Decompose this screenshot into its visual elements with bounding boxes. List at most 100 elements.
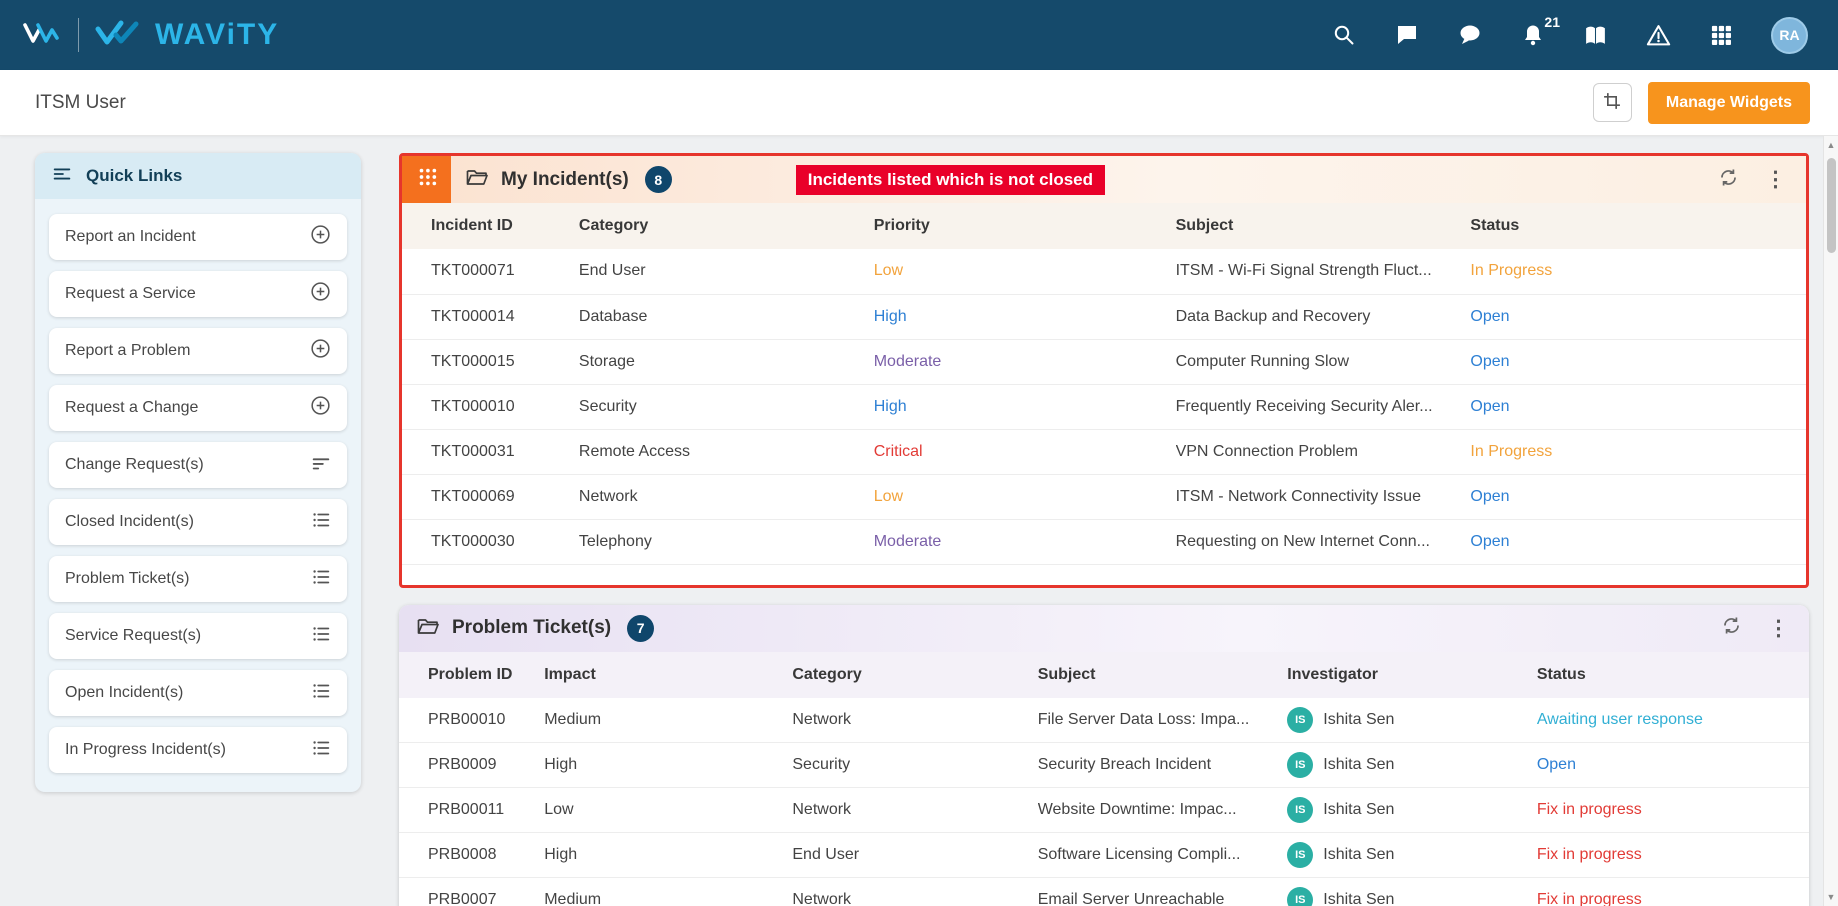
problem-category: Network (792, 710, 852, 728)
layout-crop-button[interactable] (1592, 83, 1632, 122)
alert-triangle-icon[interactable] (1645, 22, 1672, 49)
kebab-menu-icon[interactable]: ⋮ (1768, 618, 1789, 639)
refresh-icon[interactable] (1718, 167, 1739, 193)
incident-priority: Critical (873, 442, 923, 460)
user-avatar[interactable]: RA (1771, 16, 1808, 54)
crop-icon (1602, 91, 1622, 114)
incident-category: Database (578, 307, 648, 325)
notification-count-badge: 21 (1544, 13, 1560, 30)
problem-id: PRB00010 (428, 710, 506, 728)
incident-row[interactable]: TKT000071 End User Low ITSM - Wi-Fi Sign… (402, 249, 1806, 294)
notifications-bell-icon[interactable]: 21 (1519, 14, 1560, 49)
problem-category: Security (792, 756, 851, 773)
apps-grid-icon[interactable] (1708, 22, 1735, 49)
wavity-check-icon (95, 19, 139, 52)
incident-category: End User (578, 262, 646, 280)
problem-status: Open (1536, 756, 1576, 773)
vertical-scrollbar: ▲ ▼ (1823, 136, 1838, 906)
sidebar-item-report-a-problem[interactable]: Report a Problem (49, 328, 347, 374)
problem-subject: File Server Data Loss: Impa... (1037, 710, 1250, 728)
problem-category: Network (792, 801, 852, 818)
sidebar-item-request-a-service[interactable]: Request a Service (49, 271, 347, 317)
refresh-icon[interactable] (1721, 615, 1742, 641)
kebab-menu-icon[interactable]: ⋮ (1765, 169, 1786, 190)
quick-links-list: Report an Incident Request a Service Rep… (35, 199, 361, 792)
scrollbar-thumb[interactable] (1827, 158, 1836, 253)
brand-logo[interactable]: WAViTY (22, 18, 279, 52)
sidebar-item-open-incidents[interactable]: Open Incident(s) (49, 670, 347, 716)
investigator-name: Ishita Sen (1323, 846, 1395, 863)
column-header: Incident ID (431, 217, 513, 234)
problem-impact: High (544, 846, 578, 863)
list-icon (310, 623, 332, 650)
column-header: Subject (1037, 665, 1096, 683)
problem-row[interactable]: PRB0007 Medium Network Email Server Unre… (399, 877, 1809, 906)
problem-row[interactable]: PRB0009 High Security Security Breach In… (399, 742, 1809, 788)
incident-status: Open (1470, 487, 1510, 505)
investigator-name: Ishita Sen (1323, 756, 1395, 773)
problem-status: Awaiting user response (1536, 710, 1703, 728)
knowledge-book-icon[interactable] (1582, 22, 1609, 49)
incident-priority: High (873, 397, 907, 415)
search-icon[interactable] (1330, 22, 1357, 49)
annotation-label: Incidents listed which is not closed (795, 164, 1106, 195)
incident-row[interactable]: TKT000010 Security High Frequently Recei… (402, 384, 1806, 429)
incident-id: TKT000071 (431, 262, 515, 280)
problem-row[interactable]: PRB00011 Low Network Website Downtime: I… (399, 787, 1809, 833)
incident-subject: Frequently Receiving Security Aler... (1175, 397, 1433, 415)
investigator-cell: IS Ishita Sen (1287, 887, 1527, 906)
incident-row[interactable]: TKT000014 Database High Data Backup and … (402, 294, 1806, 339)
problem-tickets-header: Problem Ticket(s) 7 ⋮ (399, 604, 1809, 652)
incident-status: Open (1470, 397, 1510, 415)
incident-subject: Computer Running Slow (1175, 352, 1349, 370)
column-header: Status (1470, 217, 1520, 234)
widget-title: My Incident(s) (501, 168, 629, 190)
column-header: Problem ID (428, 665, 513, 683)
content-area: Quick Links Report an Incident Request a… (0, 136, 1838, 906)
incident-row[interactable]: TKT000015 Storage Moderate Computer Runn… (402, 339, 1806, 384)
sort-icon (310, 452, 332, 479)
scroll-down-arrow[interactable]: ▼ (1824, 892, 1838, 902)
incident-id: TKT000069 (431, 487, 515, 505)
my-incidents-header: My Incident(s) 8 Incidents listed which … (402, 156, 1806, 203)
my-incidents-widget: My Incident(s) 8 Incidents listed which … (399, 153, 1809, 588)
sidebar-item-service-requests[interactable]: Service Request(s) (49, 613, 347, 659)
investigator-avatar: IS (1287, 797, 1314, 823)
sidebar-item-in-progress-incidents[interactable]: In Progress Incident(s) (49, 727, 347, 773)
incident-status: Open (1470, 307, 1510, 325)
problem-impact: High (544, 756, 578, 773)
manage-widgets-button[interactable]: Manage Widgets (1647, 81, 1810, 124)
feedback-chat-icon[interactable] (1393, 22, 1420, 49)
investigator-cell: IS Ishita Sen (1287, 752, 1527, 778)
sidebar-item-report-an-incident[interactable]: Report an Incident (49, 214, 347, 260)
sidebar-item-request-a-change[interactable]: Request a Change (49, 385, 347, 431)
topbar: WAViTY 21 RA (0, 0, 1838, 70)
list-icon (310, 566, 332, 593)
investigator-avatar: IS (1287, 842, 1314, 868)
incident-category: Security (578, 397, 637, 415)
sidebar-item-problem-tickets[interactable]: Problem Ticket(s) (49, 556, 347, 602)
problem-subject: Software Licensing Compli... (1037, 846, 1241, 863)
topbar-actions: 21 RA (1330, 14, 1808, 54)
collapse-menu-icon[interactable] (51, 163, 73, 190)
incident-id: TKT000031 (431, 442, 515, 460)
incident-row[interactable]: TKT000030 Telephony Moderate Requesting … (402, 519, 1806, 564)
problem-row[interactable]: PRB00010 Medium Network File Server Data… (399, 697, 1809, 743)
problem-count-badge: 7 (627, 614, 655, 642)
problem-row[interactable]: PRB0008 High End User Software Licensing… (399, 832, 1809, 878)
messages-chat-icon[interactable] (1456, 22, 1483, 49)
incident-priority: High (873, 307, 907, 325)
column-header: Status (1536, 665, 1586, 683)
problem-id: PRB00011 (428, 801, 505, 818)
column-header: Category (578, 217, 649, 234)
incident-row[interactable]: TKT000069 Network Low ITSM - Network Con… (402, 474, 1806, 519)
scroll-up-arrow[interactable]: ▲ (1824, 140, 1838, 150)
problem-tickets-widget: Problem Ticket(s) 7 ⋮ Problem ID Impact … (399, 604, 1809, 906)
sidebar-item-change-requests[interactable]: Change Request(s) (49, 442, 347, 488)
incident-subject: VPN Connection Problem (1175, 442, 1358, 460)
drag-handle[interactable] (402, 156, 451, 203)
incident-row[interactable]: TKT000031 Remote Access Critical VPN Con… (402, 429, 1806, 474)
column-header: Investigator (1287, 665, 1378, 683)
sidebar-item-closed-incidents[interactable]: Closed Incident(s) (49, 499, 347, 545)
incident-id: TKT000030 (431, 532, 515, 550)
